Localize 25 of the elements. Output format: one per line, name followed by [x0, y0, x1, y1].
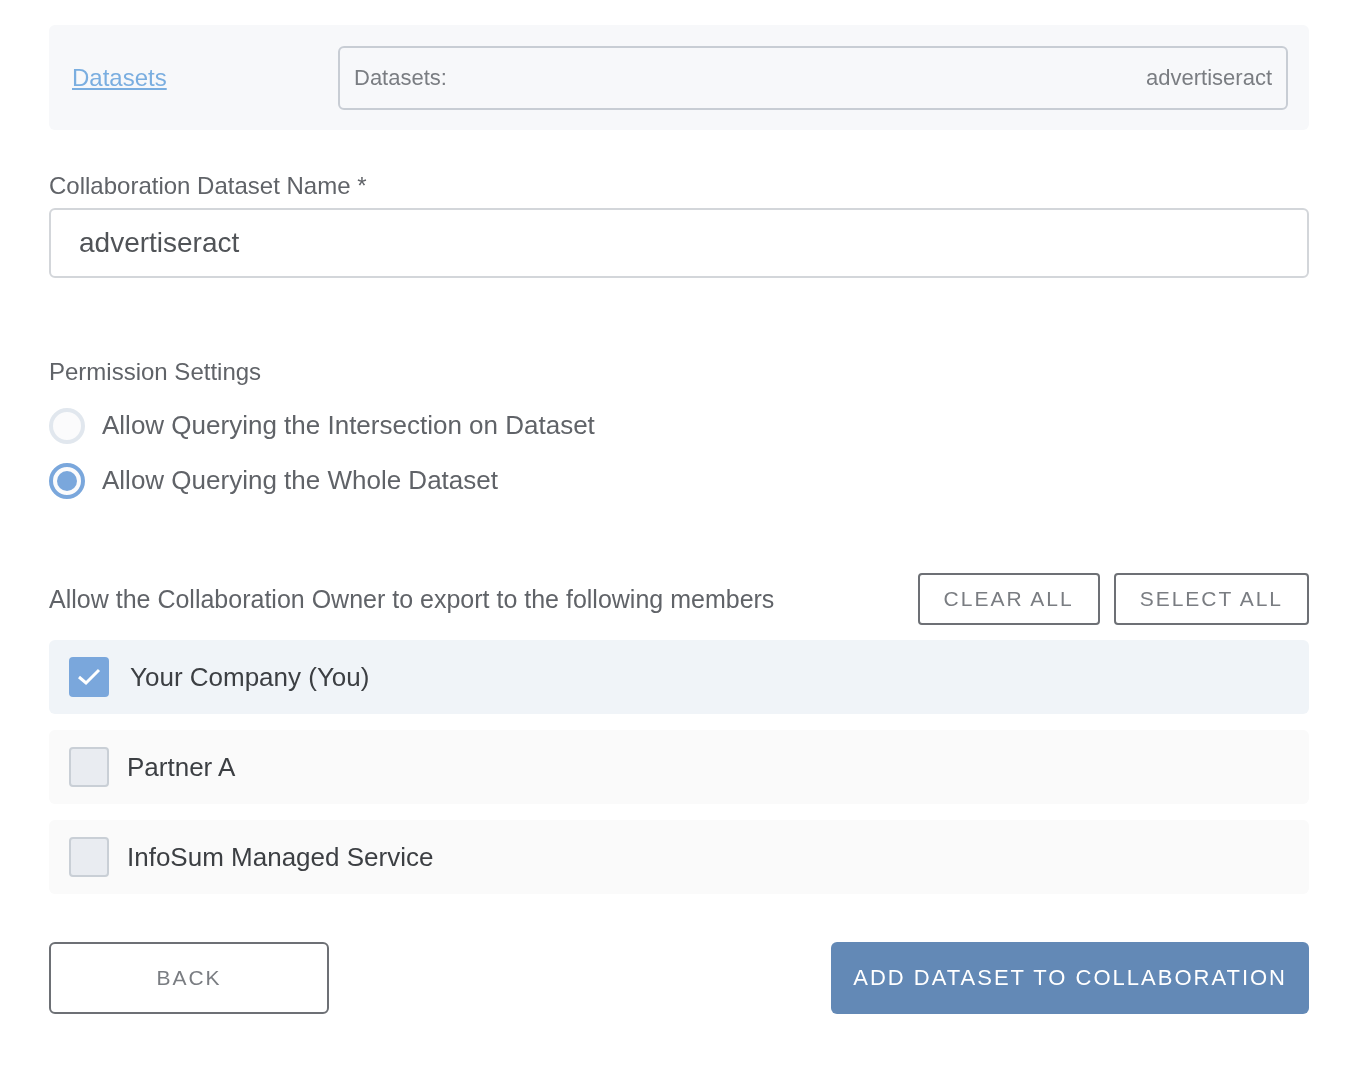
radio-label: Allow Querying the Whole Dataset: [102, 465, 498, 496]
back-button[interactable]: BACK: [49, 942, 329, 1014]
member-name: Partner A: [127, 751, 236, 783]
clear-all-button[interactable]: CLEAR ALL: [917, 573, 1100, 625]
dataset-name-label: Collaboration Dataset Name *: [49, 172, 368, 200]
select-all-button[interactable]: SELECT ALL: [1113, 573, 1309, 625]
checkbox[interactable]: [69, 747, 109, 787]
member-name: InfoSum Managed Service: [127, 841, 434, 873]
dataset-name-input[interactable]: advertiseract: [49, 208, 1309, 278]
member-row[interactable]: InfoSum Managed Service: [49, 820, 1309, 894]
member-row[interactable]: Partner A: [49, 730, 1309, 804]
datasets-summary-label: Datasets:: [354, 64, 447, 91]
permission-settings-heading: Permission Settings: [49, 358, 263, 386]
datasets-link[interactable]: Datasets: [72, 63, 167, 91]
datasets-summary-field[interactable]: Datasets: advertiseract: [338, 45, 1288, 110]
add-dataset-button[interactable]: ADD DATASET TO COLLABORATION: [831, 942, 1309, 1014]
member-name: Your Company (You): [130, 661, 370, 693]
members-heading: Allow the Collaboration Owner to export to the following members: [49, 584, 776, 614]
checkbox[interactable]: [69, 837, 109, 877]
radio-button[interactable]: [49, 462, 85, 499]
radio-label: Allow Querying the Intersection on Dataset: [102, 410, 595, 441]
datasets-summary-value: advertiseract: [1146, 64, 1272, 91]
checkbox[interactable]: [69, 657, 109, 697]
checkmark-icon: [77, 668, 101, 686]
member-row[interactable]: Your Company (You): [49, 640, 1309, 714]
